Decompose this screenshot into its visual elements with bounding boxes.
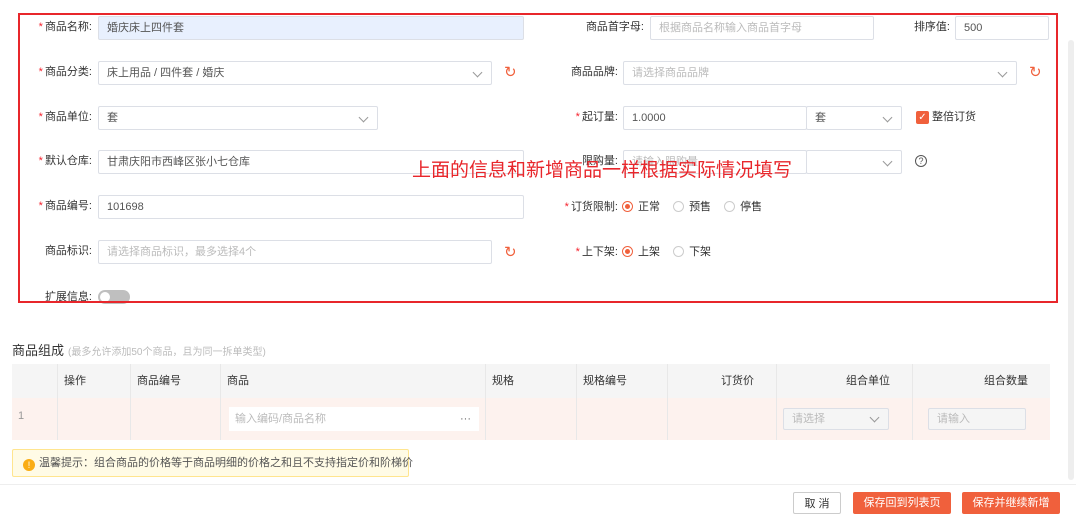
footer-divider: [0, 484, 1076, 485]
product-input[interactable]: 输入编码/商品名称 ···: [229, 407, 479, 431]
td-combo-qty: 请输入: [913, 398, 1050, 440]
save-return-button[interactable]: 保存回到列表页: [853, 492, 951, 514]
th-price: 订货价: [668, 364, 777, 398]
td-price: [668, 398, 777, 440]
td-product: 输入编码/商品名称 ···: [221, 398, 486, 440]
annotation-text: 上面的信息和新增商品一样根据实际情况填写: [412, 160, 793, 181]
td-combo-unit: 请选择: [777, 398, 913, 440]
td-code: [131, 398, 221, 440]
chevron-down-icon: [869, 412, 880, 423]
th-code: 商品编号: [131, 364, 221, 398]
combo-qty-input[interactable]: 请输入: [928, 408, 1026, 430]
th-action: 操作: [58, 364, 131, 398]
td-spec: [486, 398, 577, 440]
th-index: [12, 364, 58, 398]
composition-title: 商品组成 (最多允许添加50个商品，且为同一拆单类型): [12, 343, 266, 358]
combo-unit-select[interactable]: 请选择: [783, 408, 889, 430]
row-index: 1: [12, 398, 58, 440]
th-product: 商品: [221, 364, 486, 398]
th-combo-qty: 组合数量: [913, 364, 1050, 398]
tip-bar: ! 温馨提示：组合商品的价格等于商品明细的价格之和且不支持指定价和阶梯价: [12, 449, 413, 477]
th-spec-code: 规格编号: [577, 364, 668, 398]
th-combo-unit: 组合单位: [777, 364, 913, 398]
warning-icon: !: [23, 459, 35, 471]
td-action: [58, 398, 131, 440]
save-continue-button[interactable]: 保存并继续新增: [962, 492, 1060, 514]
th-spec: 规格: [486, 364, 577, 398]
td-spec-code: [577, 398, 668, 440]
cancel-button[interactable]: 取 消: [793, 492, 841, 514]
scrollbar[interactable]: [1068, 40, 1074, 480]
